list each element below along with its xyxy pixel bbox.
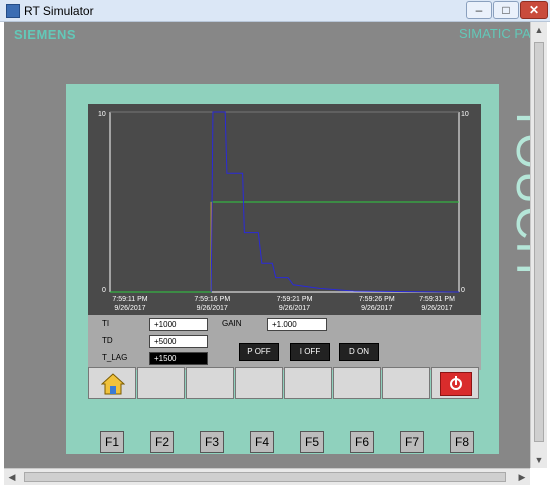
- fkey-f4[interactable]: F4: [250, 431, 274, 453]
- gain-label: GAIN: [222, 319, 242, 328]
- simulator-client: SIEMENS SIMATIC PA TOUCH 10 0 10 0 7:59:…: [4, 22, 530, 468]
- close-button[interactable]: ✕: [520, 1, 548, 19]
- fkey-f2[interactable]: F2: [150, 431, 174, 453]
- softkey-6[interactable]: [333, 367, 381, 399]
- fkey-f8[interactable]: F8: [450, 431, 474, 453]
- x-tick-time: 7:59:26 PM: [359, 296, 395, 303]
- series-line-1: [110, 201, 459, 293]
- x-tick-time: 7:59:31 PM: [419, 296, 455, 303]
- vertical-scroll-thumb[interactable]: [534, 42, 544, 442]
- ti-input[interactable]: +1000: [149, 318, 208, 331]
- home-icon: [101, 373, 125, 395]
- touch-label: TOUCH: [507, 104, 530, 277]
- x-tick-date: 9/26/2017: [361, 305, 392, 312]
- i-off-button[interactable]: I OFF: [290, 343, 330, 361]
- gain-input[interactable]: +1.000: [267, 318, 327, 331]
- power-icon: [440, 372, 472, 396]
- y-right-min: 0: [461, 287, 465, 294]
- app-icon: [6, 4, 20, 18]
- vertical-scrollbar[interactable]: ▲ ▼: [530, 22, 547, 468]
- x-tick-date: 9/26/2017: [114, 305, 145, 312]
- trend-chart-svg: 10 0 10 0 7:59:11 PM 9/26/2017 7:59:16 PM 9…: [98, 111, 469, 312]
- y-left-min: 0: [102, 287, 106, 294]
- x-tick-3: 7:59:21 PM 9/26/2017: [277, 296, 313, 312]
- x-tick-time: 7:59:16 PM: [194, 296, 230, 303]
- window-title: RT Simulator: [24, 4, 94, 18]
- softkey-3[interactable]: [186, 367, 234, 399]
- series-layer: [110, 111, 460, 293]
- horizontal-scroll-thumb[interactable]: [24, 472, 506, 482]
- fkey-f1[interactable]: F1: [100, 431, 124, 453]
- fkey-f6[interactable]: F6: [350, 431, 374, 453]
- horizontal-scrollbar[interactable]: ◀ ▶: [4, 468, 530, 485]
- softkey-stop[interactable]: [431, 367, 479, 399]
- x-tick-time: 7:59:11 PM: [112, 296, 147, 303]
- x-tick-date: 9/26/2017: [279, 305, 310, 312]
- ti-label: TI: [102, 319, 110, 328]
- d-on-button[interactable]: D ON: [339, 343, 379, 361]
- softkey-4[interactable]: [235, 367, 283, 399]
- scroll-down-button[interactable]: ▼: [531, 452, 547, 468]
- x-tick-date: 9/26/2017: [197, 305, 228, 312]
- title-bar: RT Simulator – □ ✕: [0, 0, 550, 22]
- x-tick-date: 9/26/2017: [421, 305, 452, 312]
- x-tick-2: 7:59:16 PM 9/26/2017: [194, 296, 230, 312]
- td-input[interactable]: +5000: [149, 335, 208, 348]
- siemens-logo: SIEMENS: [14, 27, 77, 42]
- fkey-f3[interactable]: F3: [200, 431, 224, 453]
- maximize-button[interactable]: □: [493, 1, 519, 19]
- scroll-up-button[interactable]: ▲: [531, 22, 547, 38]
- x-tick-1: 7:59:11 PM 9/26/2017: [112, 296, 147, 312]
- fkey-f5[interactable]: F5: [300, 431, 324, 453]
- x-tick-5: 7:59:31 PM 9/26/2017: [419, 296, 455, 312]
- softkey-bar: [88, 367, 481, 399]
- td-label: TD: [102, 336, 113, 345]
- y-left-max: 10: [98, 111, 106, 118]
- trend-chart: 10 0 10 0 7:59:11 PM 9/26/2017 7:59:16 PM 9…: [88, 104, 481, 315]
- x-tick-4: 7:59:26 PM 9/26/2017: [359, 296, 395, 312]
- scroll-left-button[interactable]: ◀: [4, 469, 20, 485]
- softkey-2[interactable]: [137, 367, 185, 399]
- panel-bezel: TOUCH 10 0 10 0 7:59:11 PM 9/26/2017 7:59:…: [66, 84, 530, 454]
- minimize-button[interactable]: –: [466, 1, 492, 19]
- y-right-max: 10: [461, 111, 469, 118]
- x-tick-layer: 7:59:11 PM9/26/20177:59:16 PM9/26/20177:…: [112, 296, 455, 312]
- fkey-f7[interactable]: F7: [400, 431, 424, 453]
- tlag-label: T_LAG: [102, 353, 128, 362]
- simatic-label: SIMATIC PA: [459, 26, 530, 41]
- tlag-input[interactable]: +1500: [149, 352, 208, 365]
- scroll-right-button[interactable]: ▶: [514, 469, 530, 485]
- softkey-7[interactable]: [382, 367, 430, 399]
- softkey-5[interactable]: [284, 367, 332, 399]
- p-off-button[interactable]: P OFF: [239, 343, 279, 361]
- softkey-home[interactable]: [88, 367, 136, 399]
- x-tick-time: 7:59:21 PM: [277, 296, 313, 303]
- hmi-screen: 10 0 10 0 7:59:11 PM 9/26/2017 7:59:16 PM 9…: [88, 104, 481, 370]
